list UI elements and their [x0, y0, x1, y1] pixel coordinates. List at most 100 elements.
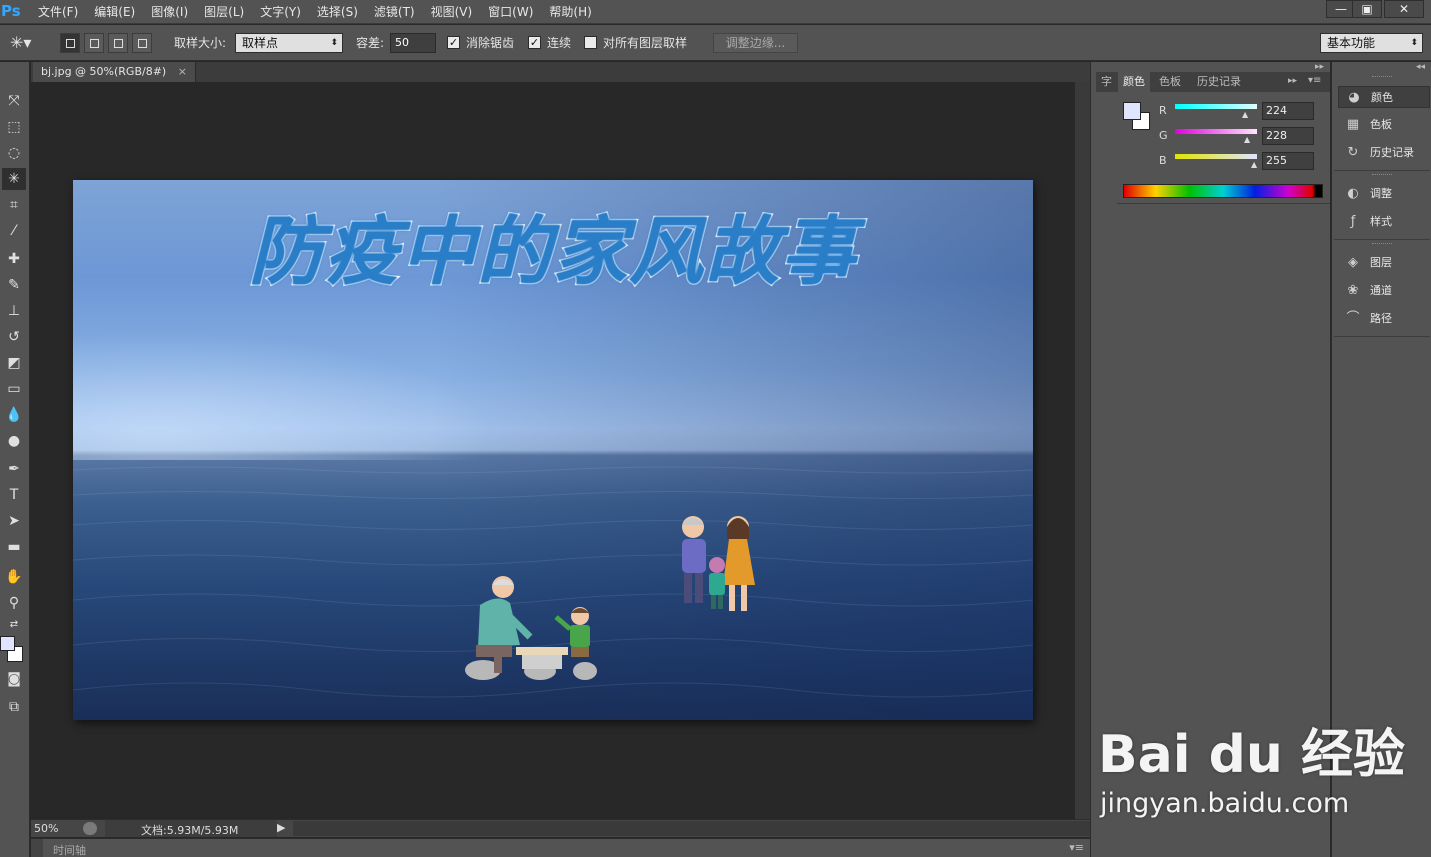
hand-tool-icon[interactable]: ✋: [2, 566, 26, 588]
anti-alias-checkbox[interactable]: ✓: [447, 36, 460, 49]
collapse-dock-icon[interactable]: ◂◂: [1416, 62, 1425, 72]
blur-tool-icon[interactable]: 💧: [2, 404, 26, 426]
channel-b-slider[interactable]: [1175, 154, 1257, 159]
headline-text: 防疫中的家风故事: [248, 208, 857, 297]
sample-all-layers-label: 对所有图层取样: [603, 36, 688, 50]
channel-g-slider[interactable]: [1175, 129, 1257, 134]
dock-layers[interactable]: ◈ 图层: [1338, 252, 1430, 274]
quick-mask-icon[interactable]: ◙: [2, 668, 26, 690]
tab-character[interactable]: 字: [1096, 72, 1117, 92]
crop-tool-icon[interactable]: ⌗: [2, 194, 26, 216]
magic-wand-preset-icon[interactable]: ✳▾: [10, 25, 31, 61]
document-size: 文档:5.93M/5.93M: [141, 824, 239, 837]
dock-swatches-label: 色板: [1370, 118, 1392, 131]
collapse-panels-icon[interactable]: ▸▸: [1315, 62, 1324, 72]
lasso-tool-icon[interactable]: ◌: [2, 142, 26, 164]
screen-mode-icon[interactable]: ⧉: [2, 696, 26, 718]
menu-select[interactable]: 选择(S): [309, 0, 366, 24]
workspace-select[interactable]: 基本功能 ⬍: [1320, 33, 1423, 53]
document-image[interactable]: 防疫中的家风故事: [73, 180, 1033, 720]
menu-layer[interactable]: 图层(L): [196, 0, 252, 24]
color-panel-tabs: 字 颜色 色板 历史记录 ▸▸ ▾≡: [1096, 72, 1330, 92]
magic-wand-tool-icon[interactable]: ✳: [2, 168, 26, 190]
document-tab[interactable]: bj.jpg @ 50%(RGB/8#) ×: [33, 62, 196, 82]
vertical-scrollbar[interactable]: [1075, 82, 1090, 819]
contiguous-label: 连续: [547, 36, 572, 50]
adjustments-icon: ◐: [1347, 186, 1359, 201]
menu-window[interactable]: 窗口(W): [480, 0, 541, 24]
tools-panel: ⤧ ⬚ ◌ ✳ ⌗ ⁄ ✚ ✎ ⊥ ↺ ◩ ▭ 💧 ● ✒ T ➤ ▬ ✋ ⚲ …: [0, 62, 30, 857]
workspace-value: 基本功能: [1327, 36, 1376, 50]
expand-icon[interactable]: ▸▸: [1288, 76, 1297, 86]
gradient-tool-icon[interactable]: ▭: [2, 378, 26, 400]
timeline-bar: 时间轴 ▾≡: [31, 838, 1090, 857]
rectangle-tool-icon[interactable]: ▬: [2, 536, 26, 558]
dock-color-label: 颜色: [1371, 91, 1393, 104]
sample-size-select[interactable]: 取样点 ⬍: [235, 33, 343, 53]
tolerance-input[interactable]: 50: [390, 33, 436, 53]
horizontal-scrollbar[interactable]: [293, 821, 1090, 836]
menu-image[interactable]: 图像(I): [143, 0, 196, 24]
add-selection-button[interactable]: [84, 33, 104, 53]
restore-button[interactable]: ▣: [1352, 0, 1382, 18]
timeline-label[interactable]: 时间轴: [53, 842, 86, 857]
menu-help[interactable]: 帮助(H): [541, 0, 599, 24]
menu-type[interactable]: 文字(Y): [252, 0, 309, 24]
zoom-tool-icon[interactable]: ⚲: [2, 592, 26, 614]
channels-icon: ❀: [1347, 283, 1359, 298]
color-spectrum-ramp[interactable]: [1123, 184, 1323, 198]
channel-b-value[interactable]: 255: [1262, 152, 1314, 170]
sample-all-layers-checkbox[interactable]: [584, 36, 597, 49]
eyedropper-tool-icon[interactable]: ⁄: [2, 220, 26, 242]
refine-edge-button[interactable]: 调整边缘...: [713, 33, 798, 53]
slider-thumb-icon[interactable]: ▲: [1251, 160, 1257, 169]
dock-styles[interactable]: ƒ 样式: [1338, 211, 1430, 233]
contiguous-checkbox[interactable]: ✓: [528, 36, 541, 49]
dock-color[interactable]: ◕ 颜色: [1338, 86, 1430, 108]
panel-menu-icon[interactable]: ▾≡: [1308, 75, 1321, 86]
pen-tool-icon[interactable]: ✒: [2, 458, 26, 480]
healing-brush-icon[interactable]: ✚: [2, 248, 26, 270]
history-brush-icon[interactable]: ↺: [2, 326, 26, 348]
dock-channels[interactable]: ❀ 通道: [1338, 280, 1430, 302]
eraser-tool-icon[interactable]: ◩: [2, 352, 26, 374]
new-selection-button[interactable]: [60, 33, 80, 53]
document-tab-label: bj.jpg @ 50%(RGB/8#): [41, 65, 167, 78]
tab-history[interactable]: 历史记录: [1192, 72, 1246, 92]
dodge-tool-icon[interactable]: ●: [2, 430, 26, 452]
marquee-tool-icon[interactable]: ⬚: [2, 116, 26, 138]
close-window-button[interactable]: ✕: [1384, 0, 1424, 18]
menu-filter[interactable]: 滤镜(T): [366, 0, 423, 24]
channel-r-value[interactable]: 224: [1262, 102, 1314, 120]
tab-color[interactable]: 颜色: [1118, 72, 1150, 92]
path-selection-icon[interactable]: ➤: [2, 510, 26, 532]
dock-adjustments[interactable]: ◐ 调整: [1338, 183, 1430, 205]
menu-edit[interactable]: 编辑(E): [86, 0, 143, 24]
slider-thumb-icon[interactable]: ▲: [1242, 110, 1248, 119]
move-tool-icon[interactable]: ⤧: [2, 90, 26, 112]
type-tool-icon[interactable]: T: [2, 484, 26, 506]
dock-swatches[interactable]: ▦ 色板: [1338, 114, 1430, 136]
status-info-icon[interactable]: [83, 822, 97, 835]
channel-r-slider[interactable]: [1175, 104, 1257, 109]
foreground-color-swatch[interactable]: [0, 636, 15, 651]
dock-history[interactable]: ↻ 历史记录: [1338, 142, 1430, 164]
zoom-level[interactable]: 50%: [34, 822, 58, 835]
color-panel-foreground-swatch[interactable]: [1123, 102, 1141, 120]
panel-menu-icon[interactable]: ▾≡: [1069, 841, 1084, 854]
channel-g-label: G: [1159, 129, 1168, 142]
channel-g-value[interactable]: 228: [1262, 127, 1314, 145]
menu-file[interactable]: 文件(F): [30, 0, 86, 24]
menu-view[interactable]: 视图(V): [423, 0, 481, 24]
subtract-selection-button[interactable]: [108, 33, 128, 53]
swap-colors-icon[interactable]: ⇄: [2, 614, 26, 636]
clone-stamp-icon[interactable]: ⊥: [2, 300, 26, 322]
intersect-selection-button[interactable]: [132, 33, 152, 53]
tab-swatches[interactable]: 色板: [1154, 72, 1186, 92]
dock-paths[interactable]: ⌒ 路径: [1338, 308, 1430, 330]
close-tab-icon[interactable]: ×: [178, 65, 187, 78]
slider-thumb-icon[interactable]: ▲: [1244, 135, 1250, 144]
history-icon: ↻: [1347, 145, 1359, 160]
brush-tool-icon[interactable]: ✎: [2, 274, 26, 296]
status-menu-arrow-icon[interactable]: ▶: [277, 821, 285, 834]
